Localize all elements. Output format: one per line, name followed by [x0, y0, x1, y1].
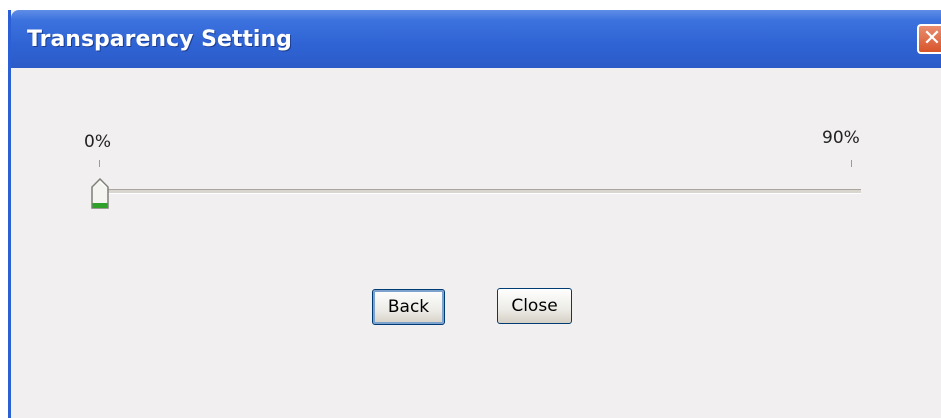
- dialog-content: 0% 90% Back Close: [11, 68, 941, 418]
- window-close-icon[interactable]: ✕: [917, 24, 941, 54]
- slider-min-tick: [99, 160, 100, 167]
- back-button[interactable]: Back: [372, 289, 445, 325]
- slider-max-label: 90%: [822, 128, 860, 148]
- title-bar[interactable]: Transparency Setting ✕: [11, 10, 941, 68]
- slider-thumb-icon: [91, 177, 109, 209]
- slider-max-tick: [851, 160, 852, 167]
- slider-min-label: 0%: [84, 132, 111, 152]
- dialog-title: Transparency Setting: [27, 27, 292, 52]
- transparency-dialog: Transparency Setting ✕ 0% 90% Back Close: [8, 10, 941, 418]
- transparency-slider-thumb[interactable]: [90, 177, 110, 210]
- close-button[interactable]: Close: [497, 288, 572, 324]
- transparency-slider-track[interactable]: [101, 189, 861, 194]
